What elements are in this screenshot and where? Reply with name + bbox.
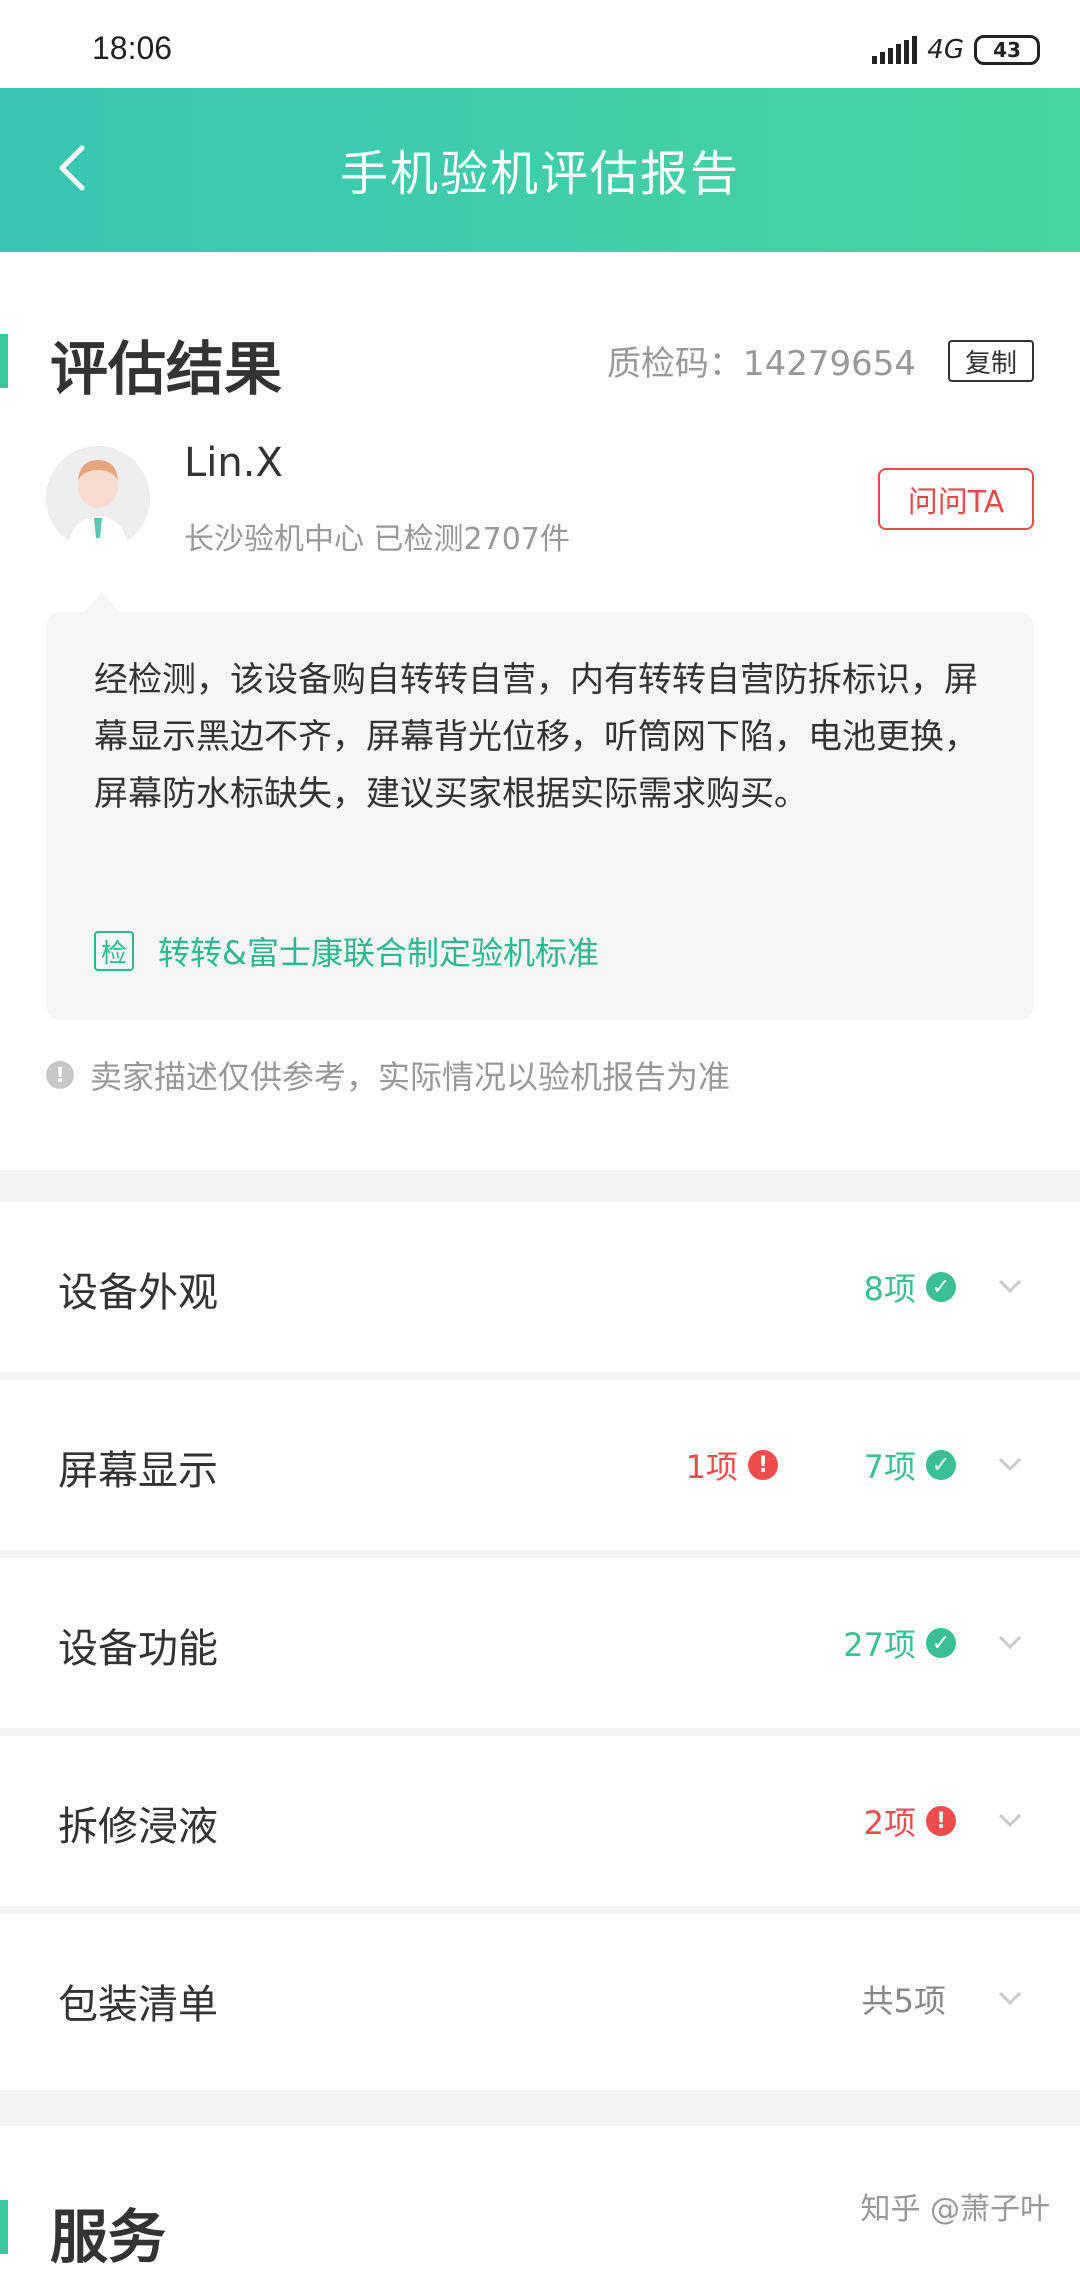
item-label: 屏幕显示 (58, 1448, 218, 1494)
chevron-down-icon (998, 1279, 1022, 1294)
fail-count-text: 1项 (685, 1448, 738, 1486)
chevron-down-icon (998, 1813, 1022, 1828)
battery-level: 43 (993, 38, 1021, 62)
standard-text: 转转&富士康联合制定验机标准 (158, 934, 599, 972)
inspection-badge-icon: 检 (94, 931, 134, 971)
fail-count: 1项 ! (686, 1442, 778, 1488)
check-circle-icon: ✓ (926, 1272, 956, 1302)
alert-circle-icon: ! (748, 1450, 778, 1480)
alert-circle-icon: ! (926, 1806, 956, 1836)
pass-count: 27项 ✓ (843, 1620, 956, 1666)
chevron-down-icon (998, 1457, 1022, 1472)
section-accent (0, 2200, 8, 2254)
qc-code: 质检码：14279654 (606, 344, 916, 384)
divider (0, 1170, 1080, 1202)
pass-count-text: 27项 (843, 1626, 916, 1664)
service-title: 服务 (50, 2203, 167, 2271)
result-title: 评估结果 (50, 335, 283, 403)
fail-count: 2项 ! (864, 1798, 956, 1844)
status-bar: 18:06 4G 43 (0, 0, 1080, 88)
page-title: 手机验机评估报告 (339, 146, 740, 202)
item-row-package[interactable]: 包装清单 共5项 (0, 1914, 1080, 2084)
header: 手机验机评估报告 (0, 88, 1080, 252)
item-row-function[interactable]: 设备功能 27项 ✓ (0, 1558, 1080, 1728)
divider (0, 1728, 1080, 1736)
pass-count-text: 8项 (863, 1270, 916, 1308)
total-count-text: 共5项 (861, 1982, 946, 2020)
pass-count: 7项 ✓ (864, 1442, 956, 1488)
check-circle-icon: ✓ (926, 1628, 956, 1658)
item-label: 包装清单 (58, 1982, 218, 2028)
disclaimer: ! 卖家描述仅供参考，实际情况以验机报告为准 (46, 1052, 730, 1098)
item-row-appearance[interactable]: 设备外观 8项 ✓ (0, 1202, 1080, 1372)
section-accent (0, 334, 8, 388)
item-label: 设备外观 (58, 1270, 218, 1316)
total-count: 共5项 (862, 1976, 956, 2022)
inspector-name: Lin.X (184, 440, 283, 486)
copy-button[interactable]: 复制 (948, 340, 1034, 382)
chevron-down-icon (998, 1991, 1022, 2006)
check-circle-icon: ✓ (926, 1450, 956, 1480)
bubble-tail (84, 592, 120, 612)
signal-icon (872, 36, 918, 64)
item-label: 拆修浸液 (58, 1804, 218, 1850)
pass-count: 8项 ✓ (864, 1264, 956, 1310)
item-row-repair[interactable]: 拆修浸液 2项 ! (0, 1736, 1080, 1906)
avatar[interactable] (46, 446, 150, 550)
divider (0, 1550, 1080, 1558)
pass-count-text: 7项 (863, 1448, 916, 1486)
status-time: 18:06 (92, 30, 173, 66)
avatar-icon (46, 446, 150, 550)
inspector-meta: 长沙验机中心 已检测2707件 (184, 522, 570, 557)
divider (0, 1372, 1080, 1380)
standard-link[interactable]: 检 转转&富士康联合制定验机标准 (94, 928, 599, 974)
status-indicators: 4G 43 (872, 30, 1040, 70)
fail-count-text: 2项 (863, 1804, 916, 1842)
ask-inspector-button[interactable]: 问问TA (878, 468, 1034, 530)
watermark: 知乎 @萧子叶 (860, 2192, 1050, 2227)
divider (0, 2090, 1080, 2126)
summary-card: 经检测，该设备购自转转自营，内有转转自营防拆标识，屏幕显示黑边不齐，屏幕背光位移… (46, 612, 1034, 1020)
chevron-down-icon (998, 1635, 1022, 1650)
item-label: 设备功能 (58, 1626, 218, 1672)
disclaimer-text: 卖家描述仅供参考，实际情况以验机报告为准 (90, 1058, 731, 1096)
info-icon: ! (46, 1061, 74, 1089)
divider (0, 1906, 1080, 1914)
summary-text: 经检测，该设备购自转转自营，内有转转自营防拆标识，屏幕显示黑边不齐，屏幕背光位移… (94, 660, 978, 814)
battery-icon: 43 (974, 35, 1040, 65)
item-row-screen[interactable]: 屏幕显示 1项 ! 7项 ✓ (0, 1380, 1080, 1550)
network-type: 4G (927, 35, 964, 65)
